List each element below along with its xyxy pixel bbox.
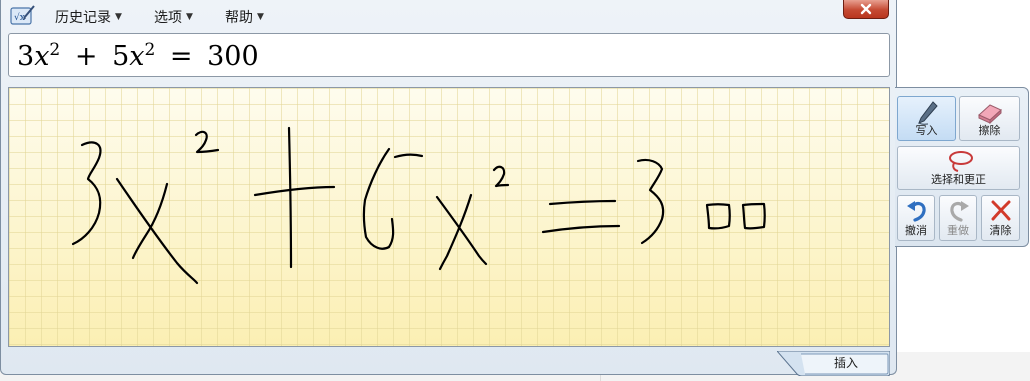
undo-button[interactable]: 撤消 (897, 195, 935, 241)
menu-options-label: 选项 (154, 10, 182, 26)
formula-text: 3x2 + 5x2 = 300 (17, 40, 259, 72)
math-input-window: √x 历史记录 ▼ 选项 ▼ 帮助 ▼ 3x2 + 5x2 = 300 插入 (0, 0, 898, 376)
menu-help-label: 帮助 (225, 10, 253, 26)
lasso-icon (949, 151, 973, 172)
formula-coefficient: 3 (17, 41, 35, 72)
close-button[interactable] (843, 0, 889, 19)
formula-variable: x (34, 41, 50, 72)
formula-equals: = (169, 41, 193, 72)
formula-exponent: 2 (144, 40, 156, 60)
close-icon (860, 3, 872, 15)
menu-options[interactable]: 选项 ▼ (154, 8, 193, 26)
clear-button[interactable]: 清除 (981, 195, 1020, 241)
erase-button[interactable]: 擦除 (959, 96, 1020, 141)
insert-button-label: 插入 (833, 356, 858, 370)
formula-result: 300 (207, 41, 259, 72)
pen-icon (918, 101, 938, 125)
redo-label: 重做 (947, 224, 969, 237)
eraser-icon (978, 104, 1002, 124)
erase-label: 擦除 (978, 124, 1001, 137)
menu-history-label: 历史记录 (55, 10, 111, 26)
math-input-app-icon: √x (10, 4, 36, 26)
undo-label: 撤消 (905, 224, 927, 237)
select-and-correct-button[interactable]: 选择和更正 (897, 146, 1020, 190)
undo-icon (907, 201, 926, 222)
formula-preview[interactable]: 3x2 + 5x2 = 300 (8, 33, 890, 77)
chevron-down-icon: ▼ (186, 12, 193, 22)
menu-history[interactable]: 历史记录 ▼ (55, 8, 122, 26)
svg-text:√x: √x (14, 12, 25, 23)
write-button[interactable]: 写入 (897, 96, 956, 141)
formula-coefficient: 5 (112, 41, 130, 72)
tool-panel: 写入 擦除 选择和更正 撤消 重做 清除 (895, 87, 1029, 247)
redo-button[interactable]: 重做 (939, 195, 977, 241)
insert-button[interactable]: 插入 (777, 351, 890, 376)
clear-x-icon (991, 200, 1011, 221)
chevron-down-icon: ▼ (257, 12, 264, 22)
title-bar: √x 历史记录 ▼ 选项 ▼ 帮助 ▼ (1, 0, 898, 32)
chevron-down-icon: ▼ (115, 12, 122, 22)
redo-icon (950, 201, 969, 222)
handwriting-ink (71, 126, 766, 285)
formula-operator: + (74, 41, 98, 72)
clear-label: 清除 (989, 224, 1012, 237)
formula-variable: x (129, 41, 145, 72)
menu-help[interactable]: 帮助 ▼ (225, 8, 264, 26)
writing-pad[interactable] (8, 87, 890, 347)
formula-exponent: 2 (49, 40, 61, 60)
